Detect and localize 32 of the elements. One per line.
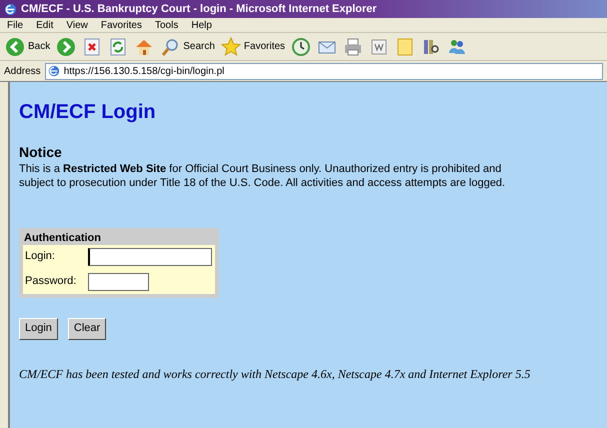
menu-item[interactable]: Favorites (100, 18, 142, 32)
form-button[interactable]: Login (19, 318, 58, 340)
menu-item[interactable]: Help (191, 18, 212, 32)
search-icon (160, 36, 180, 56)
field-label: Password: (25, 274, 78, 290)
page-icon (48, 65, 60, 77)
stop-icon[interactable] (82, 36, 102, 56)
refresh-icon[interactable] (108, 36, 128, 56)
password-field[interactable] (88, 272, 149, 290)
printer-icon[interactable] (343, 36, 364, 56)
menu-item[interactable]: Tools (154, 18, 178, 32)
document-icon[interactable] (369, 36, 390, 56)
form-button[interactable]: Clear (68, 318, 106, 340)
footer-text: CM/ECF has been tested and works correctly with Netscape 4.6x, Netscape 4.7x and Internet Explorer 5.5 (19, 366, 530, 382)
clock-icon[interactable] (291, 36, 312, 56)
login-field[interactable] (88, 248, 212, 266)
menu-item[interactable]: Edit (36, 18, 54, 32)
star-icon (220, 36, 241, 56)
address-field[interactable]: https://156.130.5.158/cgi-bin/login.pl (44, 62, 603, 80)
address-label: Address (4, 64, 41, 78)
auth-title: Authentication (23, 232, 102, 244)
window-title: CM/ECF - U.S. Bankruptcy Court - login - Microsoft Internet Explorer (21, 2, 377, 17)
menu-item[interactable]: View (66, 18, 88, 32)
page-heading: CM/ECF Login (19, 102, 156, 122)
menu-item[interactable]: File (7, 18, 24, 32)
toolbar-button[interactable]: Back (5, 36, 50, 56)
browser-icon (4, 2, 17, 16)
field-label: Login: (25, 249, 56, 264)
toolbar-button[interactable]: Favorites (220, 36, 286, 56)
notice-text: This is a Restricted Web Site for Official Court Business only. Unauthorized entry is prohibited and subject to prosecution under Title 18 of the U.S. Code. All activities and access attempts are logged. (19, 162, 506, 190)
toolbar-button[interactable]: Search (160, 36, 215, 56)
notice-title: Notice (19, 144, 62, 162)
